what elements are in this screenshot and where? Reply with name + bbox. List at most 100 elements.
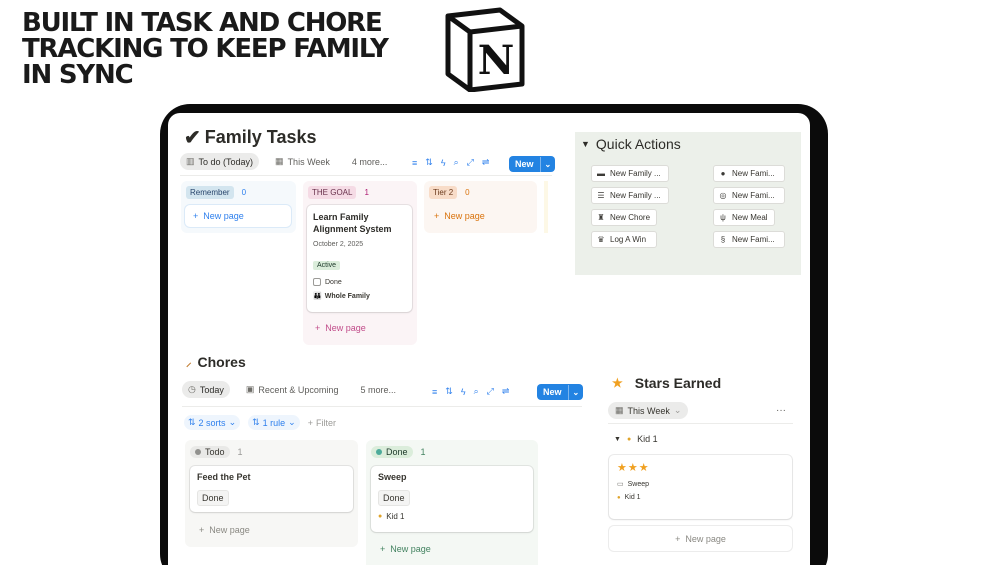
tab-label: Today xyxy=(199,384,224,395)
spray-bottle-icon: ♜ xyxy=(597,213,605,222)
plus-icon: + xyxy=(193,211,199,221)
sort-icon[interactable]: ⇅ xyxy=(445,386,453,397)
rule-filter[interactable]: ⇅ 1 rule ⌄ xyxy=(248,415,300,430)
settings-icon[interactable]: ⇌ xyxy=(482,157,490,168)
utensils-icon: ψ xyxy=(720,213,726,222)
status-pill: Done xyxy=(371,446,413,458)
new-page-button[interactable]: + New page xyxy=(185,205,291,227)
divider xyxy=(180,175,552,176)
quick-action-log-a-win[interactable]: ♛ Log A Win xyxy=(591,231,657,248)
notion-logo-icon: N xyxy=(445,7,525,92)
chores-new-button[interactable]: New ⌄ xyxy=(537,384,584,400)
done-chip[interactable]: Done xyxy=(378,490,410,506)
sorts-filter[interactable]: ⇅ 2 sorts ⌄ xyxy=(184,415,241,430)
column-header: Done 1 xyxy=(371,446,426,458)
settings-icon[interactable]: ⇌ xyxy=(502,386,510,397)
checkbox[interactable] xyxy=(313,278,321,286)
chore-card[interactable]: Feed the Pet Done xyxy=(190,466,353,512)
chevron-down-icon: ⌄ xyxy=(228,417,237,427)
column-header: Tier 2 0 xyxy=(429,186,470,199)
column-tag: THE GOAL xyxy=(308,186,357,199)
tab-recent-upcoming[interactable]: ▣ Recent & Upcoming xyxy=(240,381,345,398)
automation-icon[interactable]: ϟ xyxy=(441,158,446,168)
done-checkbox-row: Done xyxy=(313,278,406,286)
new-page-button[interactable]: + New page xyxy=(315,323,366,333)
plus-icon: + xyxy=(315,323,321,333)
card-title: Learn Family Alignment System xyxy=(313,212,392,234)
board-column-the-goal: THE GOAL 1 Learn Family Alignment System… xyxy=(303,181,417,345)
new-page-button[interactable]: + New page xyxy=(609,526,792,551)
new-button-label: New xyxy=(543,387,562,397)
toggle-triangle-icon[interactable]: ▼ xyxy=(581,139,590,149)
kid-icon: ● xyxy=(378,513,383,520)
quick-action-new-chore[interactable]: ♜ New Chore xyxy=(591,209,657,226)
plus-icon: + xyxy=(380,544,386,554)
new-page-label: New page xyxy=(203,211,244,221)
chore-card[interactable]: Sweep Done ● Kid 1 xyxy=(371,466,533,532)
column-count: 1 xyxy=(364,188,369,197)
automation-icon[interactable]: ϟ xyxy=(461,387,466,397)
quick-action-label: New Chore xyxy=(610,213,651,222)
done-chip[interactable]: Done xyxy=(197,490,229,506)
quick-action-new-family-1[interactable]: ▬ New Family ... xyxy=(591,165,669,182)
status-badge: Active xyxy=(313,261,341,270)
notion-screen: ✔ Family Tasks ▥ To do (Today) ▦ This We… xyxy=(168,113,810,565)
plus-icon: + xyxy=(199,525,205,535)
quick-actions-panel: ▼ Quick Actions ▬ New Family ... ☰ New F… xyxy=(575,132,801,275)
chevron-down-icon[interactable]: ⌄ xyxy=(567,384,584,400)
quick-action-new-family-2[interactable]: ☰ New Family ... xyxy=(591,187,669,204)
group-header-kid-1[interactable]: ▼ ● Kid 1 xyxy=(614,434,658,444)
card-title: Sweep xyxy=(378,472,407,482)
quick-action-label: Log A Win xyxy=(610,235,647,244)
quick-action-new-family-5[interactable]: § New Fami... xyxy=(713,231,785,248)
broom-icon: ⸝ xyxy=(186,356,192,369)
tab-todo-today[interactable]: ▥ To do (Today) xyxy=(180,153,260,170)
filter-icon[interactable]: ≡ xyxy=(412,158,417,168)
column-header: Remember 0 xyxy=(186,186,246,199)
headline-line-2: TRACKING TO KEEP FAMILY xyxy=(22,34,389,64)
filter-icon[interactable]: ≡ xyxy=(432,387,437,397)
stars-view-tab[interactable]: ▦ This Week ⌄ xyxy=(608,402,689,419)
stars-card[interactable]: ★★★ ▭ Sweep ● Kid 1 xyxy=(609,455,792,519)
quick-action-new-family-4[interactable]: ◎ New Fami... xyxy=(713,187,785,204)
checkmark-icon: ✔ xyxy=(184,127,201,149)
add-filter-button[interactable]: + Filter xyxy=(308,418,336,428)
plus-icon: + xyxy=(675,533,681,544)
divider xyxy=(182,406,582,407)
sort-icon[interactable]: ⇅ xyxy=(425,157,433,168)
search-icon[interactable]: ⌕ xyxy=(474,386,479,397)
column-count: 0 xyxy=(465,188,470,197)
assignee-row: 👪 Whole Family xyxy=(313,292,406,301)
column-tag: Remember xyxy=(186,186,234,199)
quick-action-label: New Fami... xyxy=(732,235,775,244)
chevron-down-icon[interactable]: ⌄ xyxy=(539,156,556,172)
search-icon[interactable]: ⌕ xyxy=(454,157,459,168)
quick-action-new-meal[interactable]: ψ New Meal xyxy=(713,209,775,226)
more-options-icon[interactable]: ··· xyxy=(776,405,786,416)
chevron-down-icon: ⌄ xyxy=(288,417,296,427)
new-page-label: New page xyxy=(444,211,485,221)
new-page-label: New page xyxy=(390,544,431,554)
headline-line-1: BUILT IN TASK AND CHORE xyxy=(22,8,383,38)
tab-more-views[interactable]: 5 more... xyxy=(354,382,402,398)
tab-today[interactable]: ◷ Today xyxy=(182,381,230,398)
tab-this-week[interactable]: ▦ This Week xyxy=(269,153,336,170)
board-column-todo: Todo 1 Feed the Pet Done + New page xyxy=(185,440,358,547)
chevron-down-icon: ⌄ xyxy=(673,405,682,415)
quick-action-new-family-3[interactable]: ● New Fami... xyxy=(713,165,785,182)
expand-icon[interactable]: ⤢ xyxy=(487,386,494,397)
quick-actions-header[interactable]: ▼ Quick Actions xyxy=(581,136,681,152)
board-icon: ▥ xyxy=(186,156,195,166)
expand-icon[interactable]: ⤢ xyxy=(467,157,474,168)
tab-more-views[interactable]: 4 more... xyxy=(346,154,394,170)
toggle-triangle-icon[interactable]: ▼ xyxy=(614,436,621,443)
sort-icon: ⇅ xyxy=(188,417,196,427)
page-title: ✔ Family Tasks xyxy=(184,125,317,150)
new-page-button[interactable]: + New page xyxy=(434,211,485,221)
new-page-button[interactable]: + New page xyxy=(380,544,431,554)
task-card[interactable]: Learn Family Alignment System October 2,… xyxy=(307,205,412,312)
new-page-button[interactable]: + New page xyxy=(190,518,353,542)
family-tasks-new-button[interactable]: New ⌄ xyxy=(509,156,556,172)
assignee-row: ● Kid 1 xyxy=(378,512,526,521)
clock-icon: ◷ xyxy=(188,384,196,394)
